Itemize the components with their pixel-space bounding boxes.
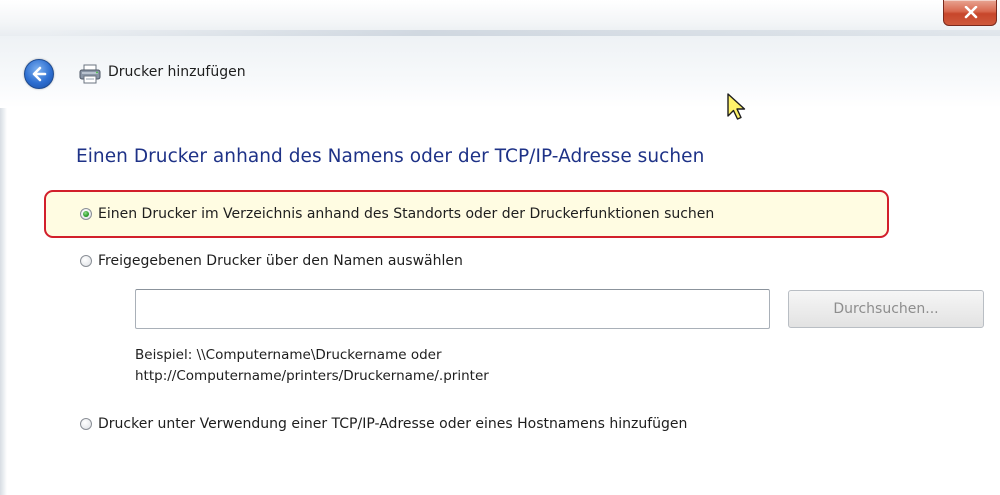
page-heading: Einen Drucker anhand des Namens oder der… (76, 146, 705, 167)
back-button[interactable] (24, 59, 54, 89)
option-tcpip-hostname[interactable]: Drucker unter Verwendung einer TCP/IP-Ad… (80, 416, 687, 432)
close-button[interactable] (943, 0, 997, 26)
option-search-directory[interactable]: Einen Drucker im Verzeichnis anhand des … (80, 206, 714, 222)
example-line-1: Beispiel: \\Computername\Druckername ode… (135, 347, 442, 363)
radio-button[interactable] (80, 418, 92, 430)
option-shared-printer-by-name[interactable]: Freigegebenen Drucker über den Namen aus… (80, 253, 463, 269)
mouse-pointer-icon (727, 93, 746, 120)
navigation-bar: Drucker hinzufügen (0, 36, 1000, 120)
add-printer-window: Drucker hinzufügen Einen Drucker anhand … (0, 0, 1000, 495)
close-icon (964, 6, 978, 19)
printer-icon (79, 64, 101, 84)
option-label: Drucker unter Verwendung einer TCP/IP-Ad… (98, 416, 688, 432)
window-title: Drucker hinzufügen (108, 64, 246, 80)
printer-name-input[interactable] (135, 289, 770, 329)
option-label: Einen Drucker im Verzeichnis anhand des … (98, 206, 715, 222)
example-line-2: http://Computername/printers/Druckername… (135, 368, 489, 384)
window-left-edge (0, 108, 7, 495)
back-arrow-icon (32, 66, 47, 82)
radio-button-selected[interactable] (80, 208, 92, 220)
browse-button[interactable]: Durchsuchen... (788, 290, 984, 328)
example-hint: Beispiel: \\Computername\Druckername ode… (135, 345, 489, 387)
option-label: Freigegebenen Drucker über den Namen aus… (98, 253, 463, 269)
radio-button[interactable] (80, 255, 92, 267)
window-frame (0, 0, 1000, 36)
